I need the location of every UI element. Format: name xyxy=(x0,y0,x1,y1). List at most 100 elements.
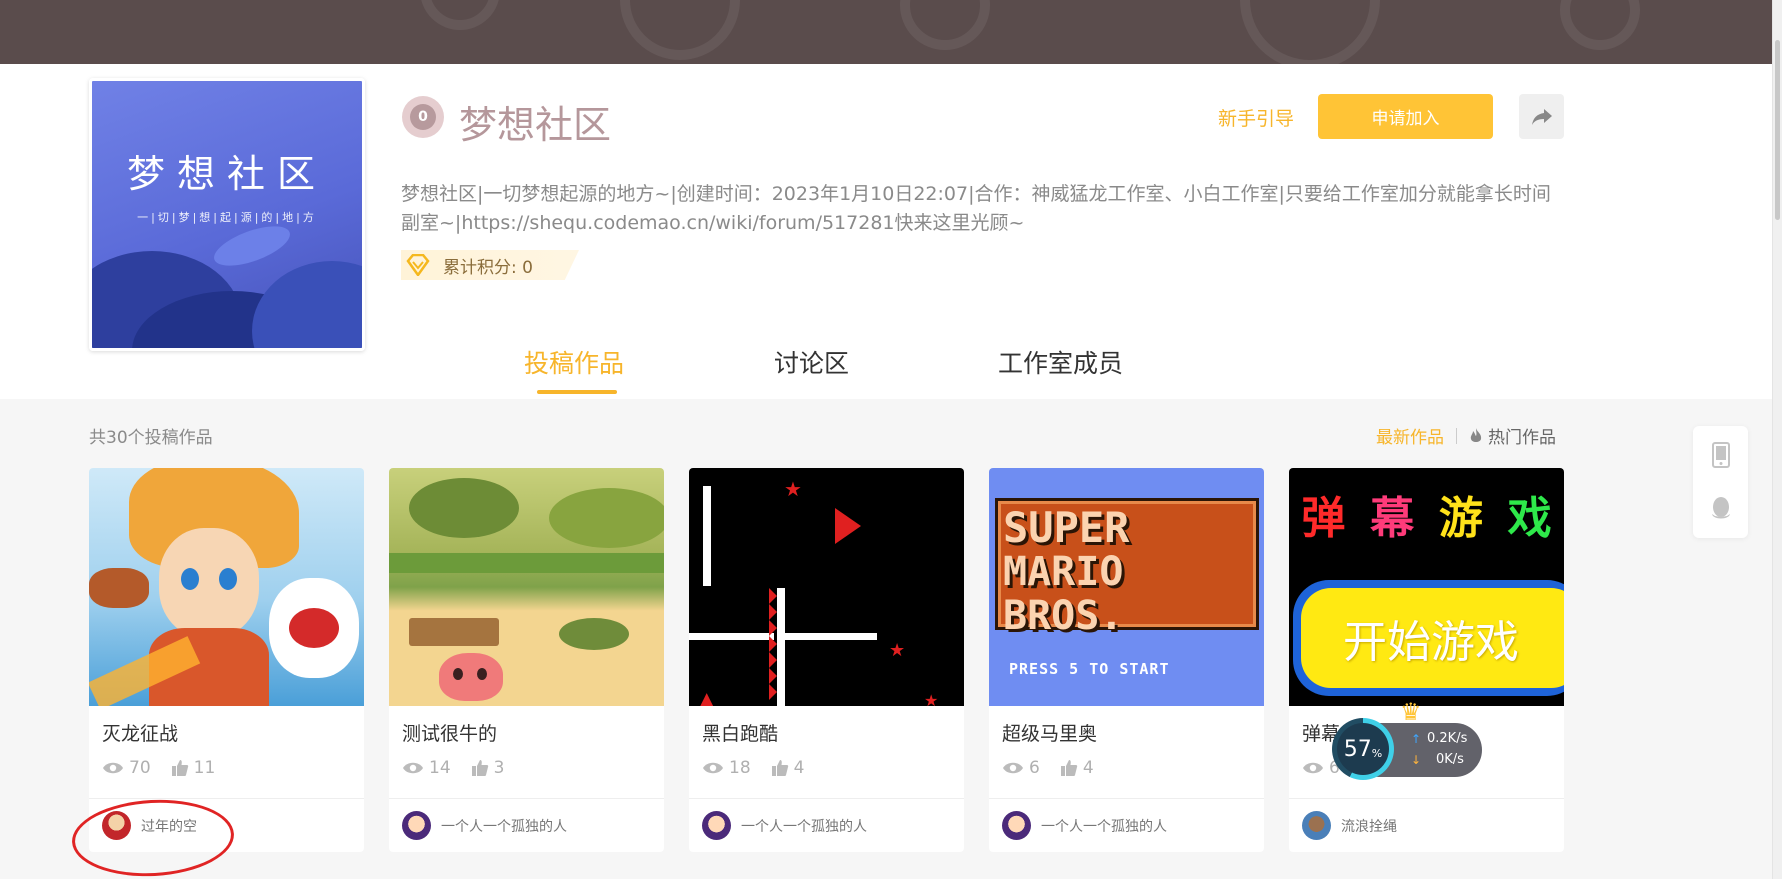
eye-icon xyxy=(1302,761,1324,775)
like-count: 4 xyxy=(793,758,805,778)
svg-text:★: ★ xyxy=(889,640,905,661)
download-arrow-icon: ↓ xyxy=(1411,753,1422,767)
svg-text:▲: ▲ xyxy=(699,687,715,706)
work-thumbnail[interactable]: ★ ★ ▲ ★ xyxy=(689,468,964,706)
author-name[interactable]: 过年的空 xyxy=(141,816,197,836)
mario-press-start: PRESS 5 TO START xyxy=(1009,660,1170,678)
danmu-char: 游 xyxy=(1438,493,1483,544)
avatar[interactable] xyxy=(102,811,131,840)
share-icon xyxy=(1531,108,1552,125)
work-author[interactable]: 一个人一个孤独的人 xyxy=(989,798,1264,852)
thumbs-up-icon xyxy=(471,759,489,777)
work-author[interactable]: 过年的空 xyxy=(89,798,364,852)
work-stats: 70 11 xyxy=(102,758,215,778)
studio-header: 梦想社区 一|切|梦|想|起|源|的|地|方 0 梦想社区 新手引导 申请加入 … xyxy=(0,64,1772,399)
work-card[interactable]: 灭龙征战 70 11 过年的空 xyxy=(89,468,364,852)
studio-score: 累计积分: 0 xyxy=(401,250,579,280)
usage-percent: 57 xyxy=(1343,736,1372,762)
page-scrollbar[interactable] xyxy=(1772,0,1782,879)
thumbs-up-icon xyxy=(171,759,189,777)
work-author[interactable]: 一个人一个孤独的人 xyxy=(689,798,964,852)
tab-members[interactable]: 工作室成员 xyxy=(998,344,1123,380)
guide-link[interactable]: 新手引导 xyxy=(1218,104,1294,131)
cover-subtitle: 一|切|梦|想|起|源|的|地|方 xyxy=(137,211,317,224)
author-name[interactable]: 一个人一个孤独的人 xyxy=(1041,816,1167,836)
thumbs-up-icon xyxy=(1060,759,1078,777)
work-card[interactable]: ★ ★ ▲ ★ 黑白跑酷 18 4 一个人一个孤独的人 xyxy=(689,468,964,852)
work-thumbnail[interactable] xyxy=(389,468,664,706)
avatar[interactable] xyxy=(402,811,431,840)
upload-speed: 0.2K/s xyxy=(1427,731,1468,746)
work-title[interactable]: 灭龙征战 xyxy=(102,719,178,746)
side-toolbar xyxy=(1693,426,1748,538)
mobile-icon[interactable] xyxy=(1706,440,1735,469)
view-count: 18 xyxy=(729,758,751,778)
studio-description: 梦想社区|一切梦想起源的地方~|创建时间：2023年1月10日22:07|合作：… xyxy=(401,183,1551,234)
eye-icon xyxy=(702,761,724,775)
svg-text:★: ★ xyxy=(924,691,938,706)
work-stats: 6 4 xyxy=(1002,758,1094,778)
work-stats: 18 4 xyxy=(702,758,804,778)
qq-icon[interactable] xyxy=(1706,494,1735,523)
studio-tabs: 投稿作品 讨论区 工作室成员 xyxy=(0,344,1772,399)
eye-icon xyxy=(1002,761,1024,775)
join-studio-button[interactable]: 申请加入 xyxy=(1318,94,1493,139)
danmu-char: 幕 xyxy=(1370,493,1415,544)
work-title[interactable]: 黑白跑酷 xyxy=(702,719,778,746)
usage-ring: 57% xyxy=(1332,718,1394,780)
author-name[interactable]: 一个人一个孤独的人 xyxy=(441,816,567,836)
sort-newest[interactable]: 最新作品 xyxy=(1376,423,1444,448)
active-tab-underline xyxy=(537,390,617,394)
like-count: 11 xyxy=(193,758,216,778)
mario-title-line2: MARIO BROS. xyxy=(1003,549,1124,639)
studio-name: 梦想社区 xyxy=(459,103,612,147)
author-name[interactable]: 一个人一个孤独的人 xyxy=(741,816,867,836)
work-author[interactable]: 流浪拴绳 xyxy=(1289,798,1564,852)
avatar[interactable] xyxy=(1302,811,1331,840)
view-count: 14 xyxy=(429,758,451,778)
upload-arrow-icon: ↑ xyxy=(1411,732,1422,746)
view-count: 6 xyxy=(1029,758,1040,778)
network-speed-widget[interactable]: 57% ↑ 0.2K/s ↓ 0K/s xyxy=(1332,718,1482,780)
mario-title-line1: SUPER xyxy=(1003,503,1130,552)
eye-icon xyxy=(402,761,424,775)
badge-level: 0 xyxy=(410,104,436,130)
tab-discussion[interactable]: 讨论区 xyxy=(774,344,849,380)
avatar[interactable] xyxy=(1002,811,1031,840)
work-title[interactable]: 测试很牛的 xyxy=(402,719,497,746)
sort-hot-label: 热门作品 xyxy=(1488,428,1556,448)
work-card[interactable]: 弹 幕 游 戏 开始游戏 弹幕 6 流浪拴绳 xyxy=(1289,468,1564,852)
sort-hot[interactable]: 热门作品 xyxy=(1469,423,1556,448)
like-count: 3 xyxy=(493,758,505,778)
work-author[interactable]: 一个人一个孤独的人 xyxy=(389,798,664,852)
work-stats: 14 3 xyxy=(402,758,504,778)
work-thumbnail[interactable]: SUPER MARIO BROS. PRESS 5 TO START xyxy=(989,468,1264,706)
author-name[interactable]: 流浪拴绳 xyxy=(1341,816,1397,836)
diamond-icon xyxy=(405,252,431,278)
work-title[interactable]: 超级马里奥 xyxy=(1002,719,1097,746)
share-button[interactable] xyxy=(1519,94,1564,139)
usage-percent-unit: % xyxy=(1371,746,1383,760)
download-speed: 0K/s xyxy=(1436,752,1464,767)
work-thumbnail[interactable]: 弹 幕 游 戏 开始游戏 xyxy=(1289,468,1564,706)
works-sort: 最新作品 热门作品 xyxy=(1376,423,1556,448)
thumbs-up-icon xyxy=(771,759,789,777)
studio-banner xyxy=(0,0,1782,64)
eye-icon xyxy=(102,761,124,775)
work-card[interactable]: 测试很牛的 14 3 一个人一个孤独的人 xyxy=(389,468,664,852)
work-card[interactable]: SUPER MARIO BROS. PRESS 5 TO START 超级马里奥… xyxy=(989,468,1264,852)
works-count: 共30个投稿作品 xyxy=(89,428,213,448)
studio-cover-image: 梦想社区 一|切|梦|想|起|源|的|地|方 xyxy=(89,78,365,351)
view-count: 70 xyxy=(129,758,151,778)
cover-title: 梦想社区 xyxy=(126,152,327,196)
score-label: 累计积分: 0 xyxy=(443,257,533,278)
work-thumbnail[interactable] xyxy=(89,468,364,706)
start-game-label: 开始游戏 xyxy=(1343,617,1519,668)
scrollbar-thumb[interactable] xyxy=(1775,40,1780,220)
sort-divider xyxy=(1456,427,1457,444)
avatar[interactable] xyxy=(702,811,731,840)
tab-submitted-works[interactable]: 投稿作品 xyxy=(524,344,624,380)
studio-level-badge-icon: 0 xyxy=(402,96,444,138)
svg-text:★: ★ xyxy=(784,477,802,501)
like-count: 4 xyxy=(1082,758,1094,778)
